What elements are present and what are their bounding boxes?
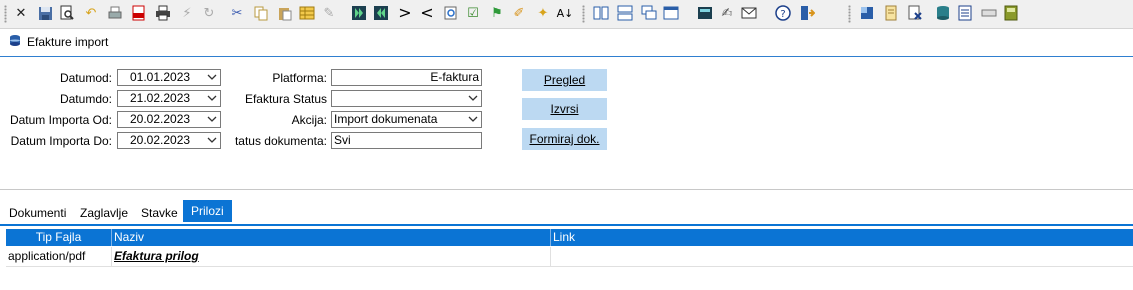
datumdo-label: Datumdo: <box>59 92 112 106</box>
tab-stavke[interactable]: Stavke <box>141 206 178 220</box>
datumdo-value: 21.02.2023 <box>130 91 191 105</box>
izvrsi-button[interactable]: Izvrsi <box>522 98 607 120</box>
cell-link[interactable] <box>551 247 1133 266</box>
grid-icon[interactable] <box>298 4 316 22</box>
printer-icon[interactable] <box>154 4 172 22</box>
database-icon <box>8 34 22 48</box>
formiraj-dok-button[interactable]: Formiraj dok. <box>522 128 607 150</box>
akcija-select[interactable]: Import dokumenata <box>331 111 482 128</box>
layout-4-icon[interactable] <box>662 4 680 22</box>
chevron-down-icon[interactable] <box>468 115 478 123</box>
import-do-value: 20.02.2023 <box>130 133 191 147</box>
book-icon[interactable] <box>1002 4 1020 22</box>
status-dokumenta-value: Svi <box>334 133 351 147</box>
mail-icon[interactable] <box>740 4 758 22</box>
paste-icon[interactable] <box>276 4 294 22</box>
column-header-naziv[interactable]: Naziv <box>112 229 551 246</box>
layout-3-icon[interactable] <box>640 4 658 22</box>
layout-1-icon[interactable] <box>592 4 610 22</box>
help-icon[interactable]: ? <box>774 4 792 22</box>
window-title: Efakture import <box>27 35 109 49</box>
chevron-down-icon[interactable] <box>207 136 217 144</box>
tab-prilozi[interactable]: Prilozi <box>183 200 232 222</box>
import-do-field[interactable]: 20.02.2023 <box>117 132 221 149</box>
first-record-icon[interactable] <box>350 4 368 22</box>
toolbar-grip[interactable] <box>582 5 585 23</box>
notes-icon[interactable] <box>882 4 900 22</box>
efaktura-status-select[interactable] <box>331 90 482 107</box>
edit-icon[interactable]: ✍ <box>718 4 736 22</box>
divider <box>0 189 1133 190</box>
akcija-value: Import dokumenata <box>334 112 438 126</box>
tab-dokumenti[interactable]: Dokumenti <box>9 206 66 220</box>
save-icon[interactable] <box>36 4 54 22</box>
database-icon[interactable] <box>934 4 952 22</box>
column-header-link[interactable]: Link <box>551 229 1133 246</box>
chevron-down-icon[interactable] <box>207 73 217 81</box>
efaktura-status-label: Efaktura Status <box>244 92 327 106</box>
delete-doc-icon[interactable] <box>906 4 924 22</box>
platforma-label: Platforma: <box>272 71 327 85</box>
last-record-icon[interactable] <box>372 4 390 22</box>
report-icon[interactable] <box>956 4 974 22</box>
tools-icon[interactable] <box>858 4 876 22</box>
check-icon[interactable]: ☑ <box>464 4 482 22</box>
import-od-value: 20.02.2023 <box>130 112 191 126</box>
lightning-icon[interactable]: ⚡ <box>178 4 196 22</box>
cell-naziv-link[interactable]: Efaktura prilog <box>112 247 551 266</box>
datumod-value: 01.01.2023 <box>130 70 191 84</box>
refresh-icon[interactable]: ↻ <box>200 4 218 22</box>
platforma-value: E-faktura <box>430 70 479 84</box>
svg-text:?: ? <box>780 9 785 20</box>
pdf-icon[interactable] <box>130 4 148 22</box>
status-dokumenta-label: tatus dokumenta: <box>234 134 327 148</box>
close-icon[interactable]: ✕ <box>12 4 30 22</box>
import-do-label: Datum Importa Do: <box>10 134 112 148</box>
print-icon[interactable] <box>106 4 124 22</box>
toolbar-grip[interactable] <box>4 5 7 23</box>
column-header-tip-fajla[interactable]: Tip Fajla <box>6 229 112 246</box>
calculator-icon[interactable] <box>696 4 714 22</box>
copy-icon[interactable] <box>252 4 270 22</box>
layout-2-icon[interactable] <box>616 4 634 22</box>
platforma-field[interactable]: E-faktura <box>331 69 482 86</box>
eraser-icon[interactable]: ✎ <box>320 4 338 22</box>
datumod-label: Datumod: <box>59 71 112 85</box>
import-od-label: Datum Importa Od: <box>9 113 112 127</box>
window-titlebar <box>0 29 1133 57</box>
pregled-button[interactable]: Pregled <box>522 69 607 91</box>
pen-icon[interactable]: ✐ <box>510 4 528 22</box>
search-icon[interactable] <box>442 4 460 22</box>
tab-zaglavlje[interactable]: Zaglavlje <box>80 206 128 220</box>
sort-icon[interactable]: A↓ <box>556 4 574 22</box>
import-od-field[interactable]: 20.02.2023 <box>117 111 221 128</box>
toolbar: ✕ ↶ ⚡ ↻ ✂ ✎ > < ☑ ⚑ ✐ ✦ A↓ ✍ ? <box>0 0 1133 29</box>
datumod-field[interactable]: 01.01.2023 <box>117 69 221 86</box>
exit-icon[interactable] <box>798 4 816 22</box>
chevron-down-icon[interactable] <box>468 94 478 102</box>
cut-icon[interactable]: ✂ <box>228 4 246 22</box>
toolbar-grip[interactable] <box>848 5 851 23</box>
magic-icon[interactable]: ✦ <box>534 4 552 22</box>
akcija-label: Akcija: <box>291 113 327 127</box>
key-icon[interactable] <box>980 4 998 22</box>
grid-header: Tip Fajla Naziv Link <box>6 229 1133 246</box>
less-than-icon[interactable]: < <box>418 4 436 22</box>
table-row[interactable]: application/pdf Efaktura prilog <box>6 247 1133 267</box>
cell-tip-fajla: application/pdf <box>6 247 112 266</box>
flag-icon[interactable]: ⚑ <box>488 4 506 22</box>
greater-than-icon[interactable]: > <box>396 4 414 22</box>
print-preview-icon[interactable] <box>58 4 76 22</box>
undo-icon[interactable]: ↶ <box>82 4 100 22</box>
chevron-down-icon[interactable] <box>207 115 217 123</box>
chevron-down-icon[interactable] <box>207 94 217 102</box>
status-dokumenta-field[interactable]: Svi <box>331 132 482 149</box>
datumdo-field[interactable]: 21.02.2023 <box>117 90 221 107</box>
